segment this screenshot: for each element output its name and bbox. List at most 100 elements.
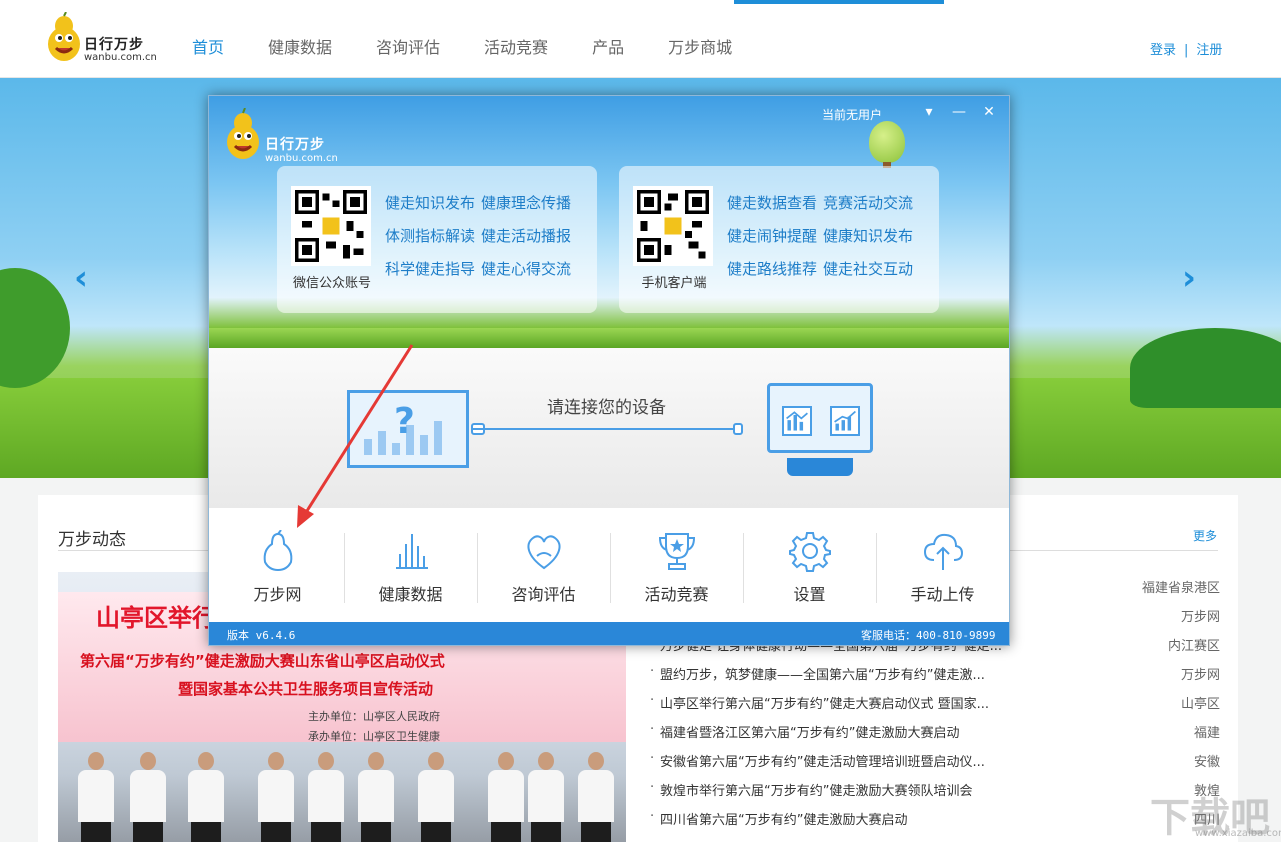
wechat-qr-code xyxy=(291,186,371,266)
mobile-link[interactable]: 健走路线推荐 xyxy=(727,260,817,278)
news-more-link[interactable]: 更多 xyxy=(1193,527,1217,544)
app-toolbar: 万步网 健康数据 咨询评估 活动竞赛 设置 手动上传 xyxy=(209,508,1009,622)
news-title: 万步动态 xyxy=(58,530,126,550)
register-link[interactable]: 注册 xyxy=(1196,43,1222,58)
wechat-card: 微信公众账号 健走知识发布 健康理念传播 体测指标解读 健走活动播报 科学健走指导健… xyxy=(277,166,597,313)
cable-plug-right-icon xyxy=(733,423,743,435)
news-item-source: 福建 xyxy=(1193,726,1220,741)
mobile-link[interactable]: 健走闹钟提醒 xyxy=(727,227,817,245)
gear-icon xyxy=(789,532,831,572)
nav-mall[interactable]: 万步商城 xyxy=(668,34,732,58)
news-item-title[interactable]: 四川省第六届“万步有约”健走激励大赛启动 xyxy=(660,809,1040,828)
monitor-stand xyxy=(787,458,853,476)
news-item[interactable]: · 敦煌市举行第六届“万步有约”健走激励大赛领队培训会 敦煌 xyxy=(650,775,1220,804)
tool-manual-upload[interactable]: 手动上传 xyxy=(876,508,1009,622)
news-item-source: 福建省泉港区 xyxy=(1141,581,1220,596)
wechat-link[interactable]: 健康理念传播 xyxy=(481,194,571,212)
nav-health-data[interactable]: 健康数据 xyxy=(268,34,332,58)
tool-activities[interactable]: 活动竞赛 xyxy=(610,508,744,622)
auth-separator: | xyxy=(1184,43,1189,58)
watermark-url: www.xiazaiba.com xyxy=(1195,828,1281,839)
dropdown-menu-icon[interactable]: ▾ xyxy=(921,104,937,120)
tool-health-data[interactable]: 健康数据 xyxy=(344,508,478,622)
pear-mascot-icon xyxy=(48,12,80,61)
news-item-source: 万步网 xyxy=(1180,610,1220,625)
monitor-icon xyxy=(767,383,873,453)
hero-prev-arrow-icon[interactable]: ‹ xyxy=(74,258,88,298)
minimize-icon[interactable]: — xyxy=(951,104,967,120)
photo-banner-title: 山亭区举行 xyxy=(96,604,216,632)
heart-chat-icon xyxy=(527,535,561,570)
photo-people xyxy=(58,742,626,842)
news-item-source: 安徽 xyxy=(1193,755,1220,770)
site-logo[interactable]: 日行万步 wanbu.com.cn xyxy=(44,12,157,66)
trend-chart-icon xyxy=(830,406,860,436)
wechat-link[interactable]: 健走心得交流 xyxy=(481,260,571,278)
tool-wanbu-site[interactable]: 万步网 xyxy=(211,508,345,622)
wechat-link[interactable]: 健走活动播报 xyxy=(481,227,571,245)
nav-consult[interactable]: 咨询评估 xyxy=(376,34,440,58)
mobile-label: 手机客户端 xyxy=(641,276,707,291)
mobile-qr-code xyxy=(633,186,713,266)
photo-person xyxy=(488,752,524,842)
wechat-link[interactable]: 体测指标解读 xyxy=(385,227,475,245)
nav-activities[interactable]: 活动竞赛 xyxy=(484,34,548,58)
site-header: 日行万步 wanbu.com.cn 首页 健康数据 咨询评估 活动竞赛 产品 万… xyxy=(0,0,1281,78)
tool-label: 设置 xyxy=(793,585,826,604)
nav-home[interactable]: 首页 xyxy=(192,34,224,58)
photo-banner-organizer: 主办单位：山亭区人民政府 xyxy=(308,710,440,723)
logo-brand: 日行万步 xyxy=(84,37,144,53)
news-item-title[interactable]: 敦煌市举行第六届“万步有约”健走激励大赛领队培训会 xyxy=(660,780,1040,799)
wechat-link[interactable]: 科学健走指导 xyxy=(385,260,475,278)
qr-code-icon xyxy=(637,190,709,262)
cable-line xyxy=(471,428,741,430)
news-item-title[interactable]: 山亭区举行第六届“万步有约”健走大赛启动仪式 暨国家... xyxy=(660,693,1040,712)
version-label: 版本 v6.4.6 xyxy=(227,629,296,642)
news-item-title[interactable]: 盟约万步，筑梦健康——全国第六届“万步有约”健走激... xyxy=(660,664,1040,683)
photo-person xyxy=(528,752,564,842)
news-item-title[interactable]: 福建省暨洛江区第六届“万步有约”健走激励大赛启动 xyxy=(660,722,1040,741)
news-item-source: 万步网 xyxy=(1180,668,1220,683)
nav-products[interactable]: 产品 xyxy=(592,34,624,58)
pear-mascot-icon xyxy=(227,108,259,159)
mobile-link[interactable]: 健走社交互动 xyxy=(823,260,913,278)
news-item[interactable]: · 四川省第六届“万步有约”健走激励大赛启动 四川 xyxy=(650,804,1220,833)
news-item[interactable]: · 安徽省第六届“万步有约”健走活动管理培训班暨启动仪... 安徽 xyxy=(650,746,1220,775)
mobile-link[interactable]: 健走数据查看 xyxy=(727,194,817,212)
app-logo-domain: wanbu.com.cn xyxy=(265,153,338,164)
photo-person xyxy=(418,752,454,842)
qr-code-icon xyxy=(295,190,367,262)
wechat-link[interactable]: 健走知识发布 xyxy=(385,194,475,212)
close-icon[interactable]: ✕ xyxy=(981,104,997,120)
news-item[interactable]: · 山亭区举行第六届“万步有约”健走大赛启动仪式 暨国家... 山亭区 xyxy=(650,688,1220,717)
tool-label: 万步网 xyxy=(253,585,302,604)
pear-icon xyxy=(263,530,293,572)
hot-air-balloon-icon xyxy=(869,121,905,163)
hotline-label: 客服电话：400-810-9899 xyxy=(861,629,996,642)
tool-consult[interactable]: 咨询评估 xyxy=(477,508,611,622)
tool-settings[interactable]: 设置 xyxy=(743,508,877,622)
mobile-link[interactable]: 竞赛活动交流 xyxy=(823,194,913,212)
mobile-link[interactable]: 健康知识发布 xyxy=(823,227,913,245)
app-grass xyxy=(209,328,1009,348)
hero-tree-right xyxy=(1130,328,1281,408)
cloud-upload-icon xyxy=(923,533,964,570)
news-item[interactable]: · 福建省暨洛江区第六届“万步有约”健走激励大赛启动 福建 xyxy=(650,717,1220,746)
app-status-bar: 版本 v6.4.6 客服电话：400-810-9899 xyxy=(209,622,1009,645)
photo-person xyxy=(258,752,294,842)
photo-person xyxy=(188,752,224,842)
logo-domain: wanbu.com.cn xyxy=(84,52,157,63)
wechat-label: 微信公众账号 xyxy=(292,276,371,291)
header-active-strip xyxy=(734,0,944,4)
current-user-label: 当前无用户 xyxy=(822,108,883,122)
window-controls: ▾ — ✕ xyxy=(921,104,997,120)
photo-person xyxy=(78,752,114,842)
hero-next-arrow-icon[interactable]: › xyxy=(1182,258,1196,298)
news-item[interactable]: · 盟约万步，筑梦健康——全国第六届“万步有约”健走激... 万步网 xyxy=(650,659,1220,688)
hero-tree-left xyxy=(0,268,70,388)
tool-label: 活动竞赛 xyxy=(644,585,709,604)
news-item-title[interactable]: 安徽省第六届“万步有约”健走活动管理培训班暨启动仪... xyxy=(660,751,1040,770)
mobile-card: 手机客户端 健走数据查看 竞赛活动交流 健走闹钟提醒 健康知识发布 健走路线推荐 健走… xyxy=(619,166,939,313)
login-link[interactable]: 登录 xyxy=(1150,43,1176,58)
wanbu-app-window: 日行万步 wanbu.com.cn 当前无用户 ▾ — ✕ 微信公众账号 健走知… xyxy=(208,95,1010,646)
